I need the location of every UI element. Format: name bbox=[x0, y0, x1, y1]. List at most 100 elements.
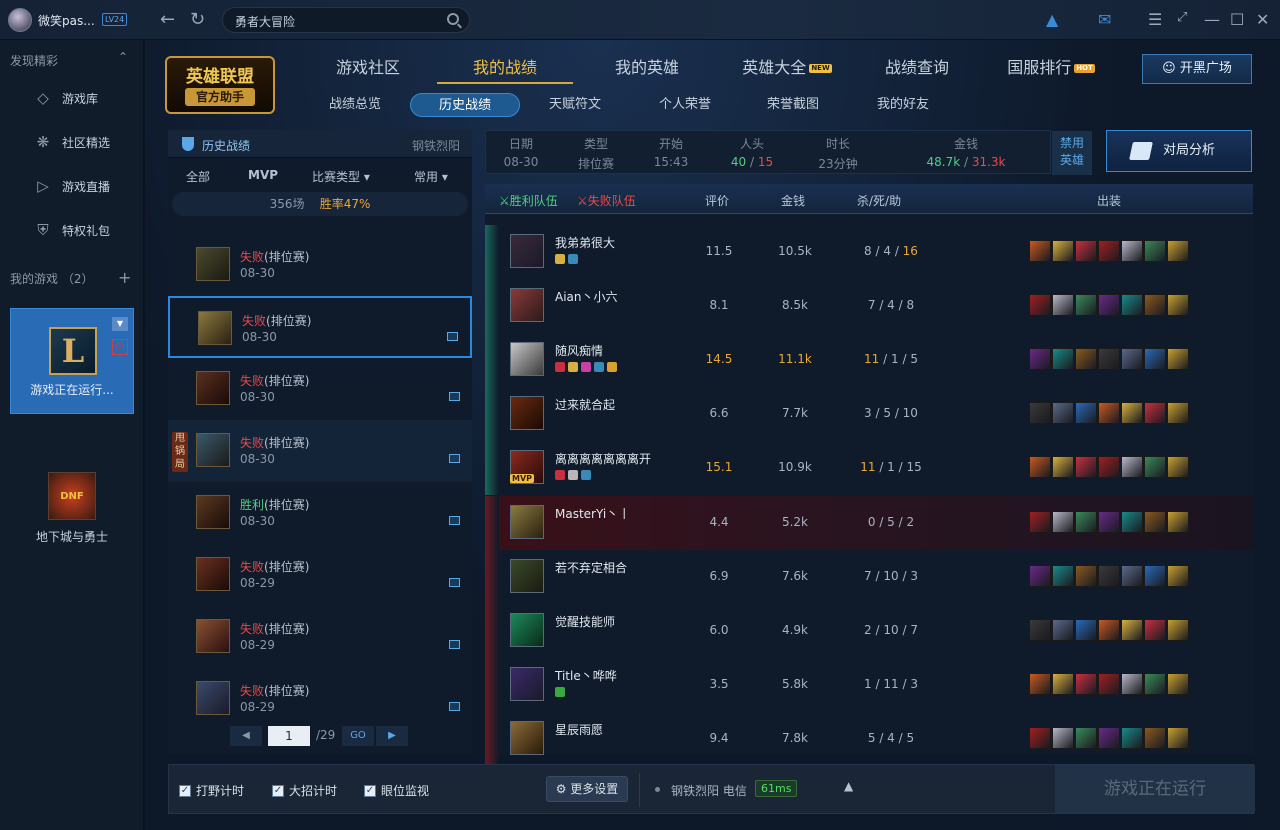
filter-common[interactable]: 常用 ▾ bbox=[414, 168, 448, 185]
player-name[interactable]: 离离离离离离离开 bbox=[555, 450, 651, 467]
tab-my-heroes[interactable]: 我的英雄 bbox=[585, 56, 709, 84]
player-name[interactable]: 我弟弟很大 bbox=[555, 234, 615, 251]
item-icon[interactable] bbox=[1029, 456, 1051, 478]
ult-timer-checkbox[interactable]: ✓ 大招计时 bbox=[272, 782, 337, 799]
item-icon[interactable] bbox=[1075, 294, 1097, 316]
subtab-history[interactable]: 历史战绩 bbox=[410, 93, 520, 117]
item-icon[interactable] bbox=[1075, 402, 1097, 424]
item-icon[interactable] bbox=[1052, 456, 1074, 478]
ward-monitor-checkbox[interactable]: ✓ 眼位监视 bbox=[364, 782, 429, 799]
history-row[interactable]: 失败(排位赛) 08-30 bbox=[168, 234, 472, 296]
subtab-runes[interactable]: 天赋符文 bbox=[533, 93, 617, 117]
checkbox-checked[interactable]: ✓ bbox=[272, 784, 284, 797]
item-icon[interactable] bbox=[1029, 348, 1051, 370]
prev-page-button[interactable]: ◀ bbox=[230, 726, 262, 746]
item-icon[interactable] bbox=[1029, 402, 1051, 424]
collapse-icon[interactable]: ⌃ bbox=[118, 50, 128, 64]
item-icon[interactable] bbox=[1029, 511, 1051, 533]
more-settings-button[interactable]: ⚙ 更多设置 bbox=[546, 776, 628, 802]
item-icon[interactable] bbox=[1075, 240, 1097, 262]
history-row[interactable]: 失败(排位赛) 08-29 bbox=[168, 606, 472, 668]
history-row[interactable]: 失败(排位赛) 08-30 bbox=[168, 296, 472, 358]
item-icon[interactable] bbox=[1144, 619, 1166, 641]
item-icon[interactable] bbox=[1075, 565, 1097, 587]
item-icon[interactable] bbox=[1144, 673, 1166, 695]
item-icon[interactable] bbox=[1029, 673, 1051, 695]
item-icon[interactable] bbox=[1167, 673, 1189, 695]
tab-ranking[interactable]: 国服排行 HOT bbox=[993, 56, 1109, 84]
player-row[interactable]: 我弟弟很大 11.5 10.5k 8 / 4 / 16 bbox=[485, 225, 1253, 279]
item-icon[interactable] bbox=[1052, 727, 1074, 749]
item-icon[interactable] bbox=[1029, 727, 1051, 749]
add-game-icon[interactable]: + bbox=[118, 268, 131, 287]
username[interactable]: 微笑pas... bbox=[38, 12, 95, 29]
item-icon[interactable] bbox=[1052, 673, 1074, 695]
game-name-dnf[interactable]: 地下城与勇士 bbox=[0, 528, 144, 545]
history-row[interactable]: 失败(排位赛) 08-29 bbox=[168, 544, 472, 606]
screenshot-icon[interactable] bbox=[449, 702, 460, 711]
champion-avatar[interactable] bbox=[510, 234, 544, 268]
item-icon[interactable] bbox=[1121, 511, 1143, 533]
history-row[interactable]: 胜利(排位赛) 08-30 bbox=[168, 482, 472, 544]
item-icon[interactable] bbox=[1167, 456, 1189, 478]
subtab-friends[interactable]: 我的好友 bbox=[861, 93, 945, 117]
subtab-honor[interactable]: 个人荣誉 bbox=[643, 93, 727, 117]
player-row[interactable]: MasterYi丶丨 4.4 5.2k 0 / 5 / 2 bbox=[485, 496, 1253, 550]
item-icon[interactable] bbox=[1167, 348, 1189, 370]
sidebar-item-live[interactable]: ▷ 游戏直播 bbox=[0, 168, 144, 204]
player-row[interactable]: Aian丶小六 8.1 8.5k 7 / 4 / 8 bbox=[485, 279, 1253, 333]
item-icon[interactable] bbox=[1029, 619, 1051, 641]
close-icon[interactable]: ✕ bbox=[1256, 10, 1269, 29]
sidebar-item-gift[interactable]: ⛨ 特权礼包 bbox=[0, 212, 144, 248]
item-icon[interactable] bbox=[1075, 673, 1097, 695]
item-icon[interactable] bbox=[1052, 240, 1074, 262]
maximize-icon[interactable]: ☐ bbox=[1230, 10, 1244, 29]
player-row[interactable]: 随风痴情 14.5 11.1k 11 / 1 / 5 bbox=[485, 333, 1253, 387]
minimize-icon[interactable]: — bbox=[1204, 10, 1220, 29]
item-icon[interactable] bbox=[1121, 619, 1143, 641]
page-input[interactable] bbox=[268, 726, 310, 746]
player-row[interactable]: 星辰雨愿 9.4 7.8k 5 / 4 / 5 bbox=[485, 712, 1253, 766]
item-icon[interactable] bbox=[1098, 727, 1120, 749]
item-icon[interactable] bbox=[1167, 402, 1189, 424]
item-icon[interactable] bbox=[1098, 348, 1120, 370]
power-icon[interactable]: ⏻ bbox=[112, 339, 128, 355]
back-arrow-icon[interactable]: ← bbox=[160, 9, 175, 30]
search-input[interactable] bbox=[235, 12, 435, 30]
user-avatar[interactable] bbox=[8, 8, 32, 32]
banned-heroes-button[interactable]: 禁用英雄 bbox=[1052, 131, 1092, 175]
item-icon[interactable] bbox=[1144, 727, 1166, 749]
item-icon[interactable] bbox=[1098, 511, 1120, 533]
player-row[interactable]: 若不弃定相合 6.9 7.6k 7 / 10 / 3 bbox=[485, 550, 1253, 604]
champion-avatar[interactable] bbox=[510, 505, 544, 539]
item-icon[interactable] bbox=[1029, 240, 1051, 262]
sidebar-item-community[interactable]: ❋ 社区精选 bbox=[0, 124, 144, 160]
item-icon[interactable] bbox=[1144, 402, 1166, 424]
item-icon[interactable] bbox=[1121, 294, 1143, 316]
item-icon[interactable] bbox=[1029, 294, 1051, 316]
menu-icon[interactable]: ☰ bbox=[1148, 10, 1162, 29]
filter-all[interactable]: 全部 bbox=[186, 168, 210, 185]
screenshot-icon[interactable] bbox=[449, 640, 460, 649]
screenshot-icon[interactable] bbox=[449, 578, 460, 587]
dnf-game-icon[interactable]: DNF bbox=[48, 472, 96, 520]
player-name[interactable]: 过来就合起 bbox=[555, 396, 615, 413]
filter-mvp[interactable]: MVP bbox=[248, 168, 278, 182]
player-name[interactable]: Aian丶小六 bbox=[555, 288, 618, 305]
filter-match-type[interactable]: 比赛类型 ▾ bbox=[312, 168, 370, 185]
champion-avatar[interactable] bbox=[510, 613, 544, 647]
player-name[interactable]: 随风痴情 bbox=[555, 342, 603, 359]
item-icon[interactable] bbox=[1075, 511, 1097, 533]
history-row[interactable]: 甩锅局 失败(排位赛) 08-30 bbox=[168, 420, 472, 482]
tab-record-query[interactable]: 战绩查询 bbox=[863, 56, 971, 84]
item-icon[interactable] bbox=[1167, 727, 1189, 749]
item-icon[interactable] bbox=[1052, 619, 1074, 641]
dropdown-icon[interactable]: ▼ bbox=[112, 317, 128, 331]
item-icon[interactable] bbox=[1167, 511, 1189, 533]
user-profile-icon[interactable]: ▲ bbox=[1046, 10, 1058, 29]
player-name[interactable]: 觉醒技能师 bbox=[555, 613, 615, 630]
item-icon[interactable] bbox=[1029, 565, 1051, 587]
item-icon[interactable] bbox=[1052, 565, 1074, 587]
item-icon[interactable] bbox=[1144, 456, 1166, 478]
player-name[interactable]: MasterYi丶丨 bbox=[555, 505, 630, 522]
